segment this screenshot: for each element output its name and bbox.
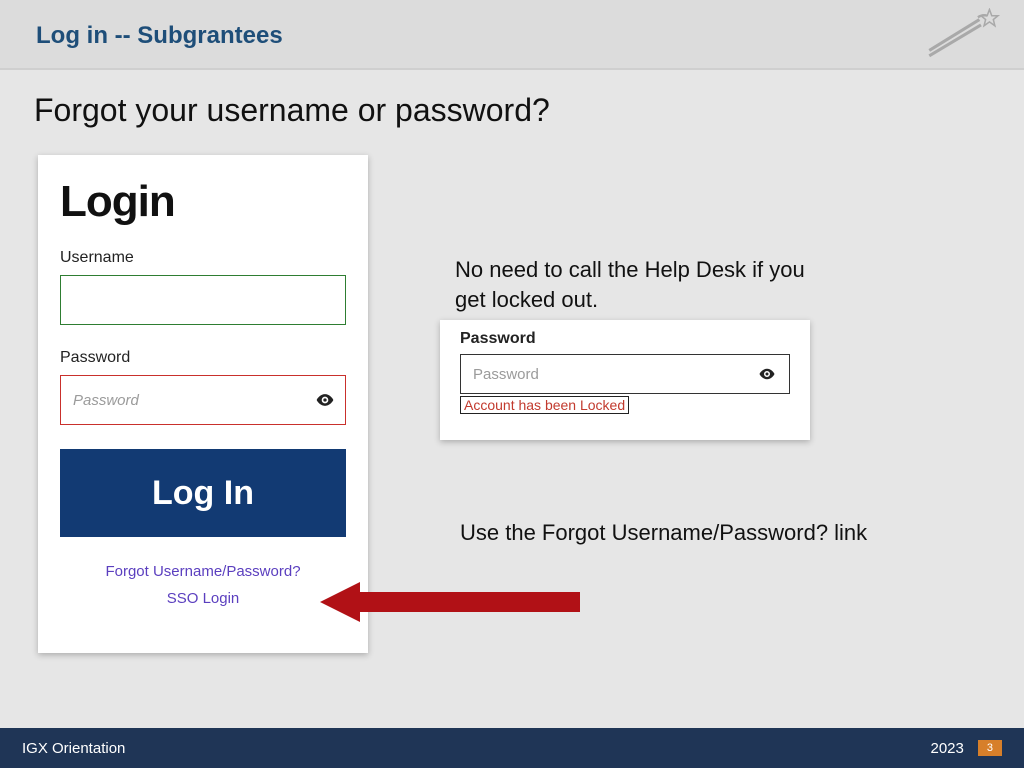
page-heading: Forgot your username or password? — [34, 92, 550, 129]
eye-icon[interactable] — [756, 363, 778, 385]
footer-right: 2023 3 — [931, 740, 1003, 757]
footer: IGX Orientation 2023 3 — [0, 728, 1024, 768]
login-panel: Login Username Password Log In Forgot Us… — [38, 155, 368, 653]
header-title: Log in -- Subgrantees — [36, 22, 283, 50]
footer-year: 2023 — [931, 740, 964, 757]
lock-password-label: Password — [460, 330, 790, 348]
help-text-no-call: No need to call the Help Desk if you get… — [455, 255, 835, 314]
logo-icon — [924, 8, 1004, 62]
header-bar: Log in -- Subgrantees — [0, 0, 1024, 70]
username-input[interactable] — [60, 275, 346, 325]
footer-left: IGX Orientation — [22, 740, 125, 757]
username-input-wrap — [60, 275, 346, 325]
username-label: Username — [60, 249, 346, 267]
sso-login-link[interactable]: SSO Login — [167, 590, 240, 607]
forgot-link[interactable]: Forgot Username/Password? — [105, 563, 300, 580]
account-locked-message: Account has been Locked — [460, 396, 629, 414]
slide: Log in -- Subgrantees Forgot your userna… — [0, 0, 1024, 768]
password-input[interactable] — [60, 375, 346, 425]
help-text-use-link: Use the Forgot Username/Password? link — [460, 518, 880, 548]
eye-icon[interactable] — [314, 389, 336, 411]
login-button[interactable]: Log In — [60, 449, 346, 537]
login-title: Login — [60, 177, 346, 227]
page-number-badge: 3 — [978, 740, 1002, 756]
locked-account-inset: Password Account has been Locked — [440, 320, 810, 440]
lock-password-input[interactable] — [460, 354, 790, 394]
password-label: Password — [60, 349, 346, 367]
password-input-wrap — [60, 375, 346, 425]
